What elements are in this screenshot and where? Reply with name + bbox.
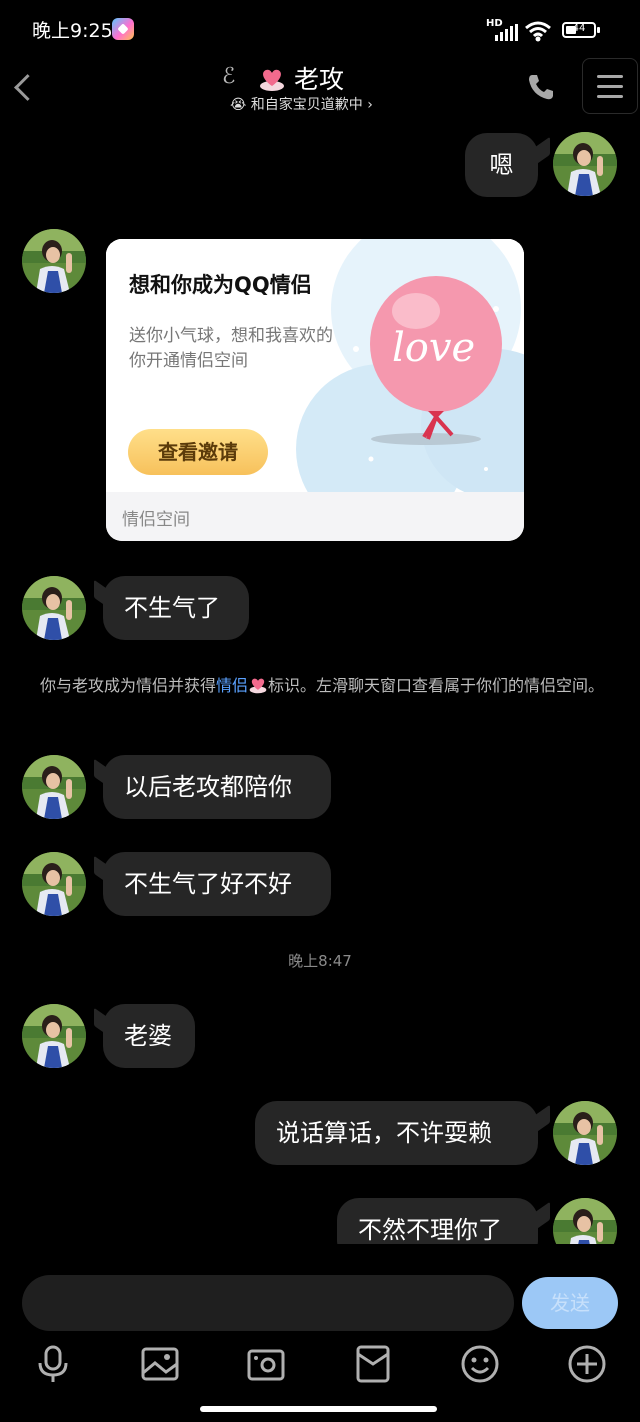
contact-avatar[interactable] (22, 229, 86, 293)
status-time: 晚上9:25 (32, 20, 113, 42)
red-packet-icon[interactable] (353, 1344, 393, 1384)
bubble-tail (532, 1201, 550, 1233)
message-bubble[interactable]: 不生气了 (103, 576, 249, 640)
notice-couple-link[interactable]: 情侣 (216, 676, 248, 695)
bubble-tail (532, 1104, 550, 1136)
message-bubble[interactable]: 说话算话，不许耍赖 (255, 1101, 538, 1165)
contact-avatar[interactable] (22, 576, 86, 640)
card-title: 想和你成为QQ情侣 (129, 273, 312, 297)
wifi-icon (525, 21, 551, 42)
message-text: 老婆 (124, 1022, 172, 1050)
couple-invite-card[interactable]: love 想和你成为QQ情侣 送你小气球，想和我喜欢的你开通情侣空间 查看邀请 … (106, 239, 524, 541)
contact-avatar[interactable] (22, 852, 86, 916)
battery-level: 44 (572, 23, 586, 34)
back-button[interactable] (10, 70, 40, 106)
contact-name[interactable]: 老攻 (294, 60, 344, 96)
message-bubble[interactable]: 嗯 (465, 133, 538, 197)
notice-text: 标识。左滑聊天窗口查看属于你们的情侣空间。 (268, 676, 605, 695)
battery-icon: 44 (562, 22, 596, 38)
message-text: 不生气了好不好 (124, 870, 292, 898)
system-notice: 你与老攻成为情侣并获得情侣 标识。左滑聊天窗口查看属于你们的情侣空间。 (40, 672, 610, 699)
camera-icon[interactable] (246, 1344, 286, 1384)
self-avatar[interactable] (553, 132, 617, 196)
message-bubble[interactable]: 不然不理你了 (337, 1198, 538, 1244)
message-input[interactable] (22, 1275, 514, 1331)
send-button[interactable]: 发送 (522, 1277, 618, 1329)
message-text: 嗯 (489, 151, 514, 179)
contact-avatar[interactable] (22, 1004, 86, 1068)
message-bubble[interactable]: 以后老攻都陪你 (103, 755, 331, 819)
balloon-text: love (392, 325, 475, 371)
self-avatar[interactable] (553, 1101, 617, 1165)
message-text: 不然不理你了 (358, 1216, 502, 1244)
couple-heart-icon (258, 66, 286, 92)
view-invite-button[interactable]: 查看邀请 (128, 429, 268, 475)
phone-icon[interactable] (526, 72, 556, 102)
bubble-tail (532, 136, 550, 168)
microphone-icon[interactable] (33, 1344, 73, 1384)
message-clip: 不然不理你了 (0, 1190, 640, 1244)
emoji-icon[interactable] (460, 1344, 500, 1384)
home-indicator[interactable] (200, 1406, 437, 1412)
battery-tip (597, 27, 600, 33)
self-avatar[interactable] (553, 1198, 617, 1244)
card-description: 送你小气球，想和我喜欢的你开通情侣空间 (129, 326, 333, 371)
message-bubble[interactable]: 老婆 (103, 1004, 195, 1068)
image-icon[interactable] (140, 1344, 180, 1384)
qq-app-icon (112, 18, 134, 40)
contact-status[interactable]: 😭 和自家宝贝道歉中 › (230, 94, 373, 114)
couple-heart-icon (248, 676, 268, 694)
contact-avatar[interactable] (22, 755, 86, 819)
notice-text: 你与老攻成为情侣并获得 (40, 676, 217, 695)
plus-icon[interactable] (567, 1344, 607, 1384)
message-text: 不生气了 (124, 594, 220, 622)
card-footer: 情侣空间 (122, 510, 190, 530)
message-text: 说话算话，不许耍赖 (276, 1119, 492, 1147)
message-text: 以后老攻都陪你 (124, 773, 292, 801)
menu-button[interactable] (582, 58, 638, 114)
message-timestamp: 晚上8:47 (288, 952, 352, 970)
ear-icon[interactable]: ℰ (222, 64, 235, 89)
signal-icon (495, 24, 519, 41)
message-bubble[interactable]: 不生气了好不好 (103, 852, 331, 916)
